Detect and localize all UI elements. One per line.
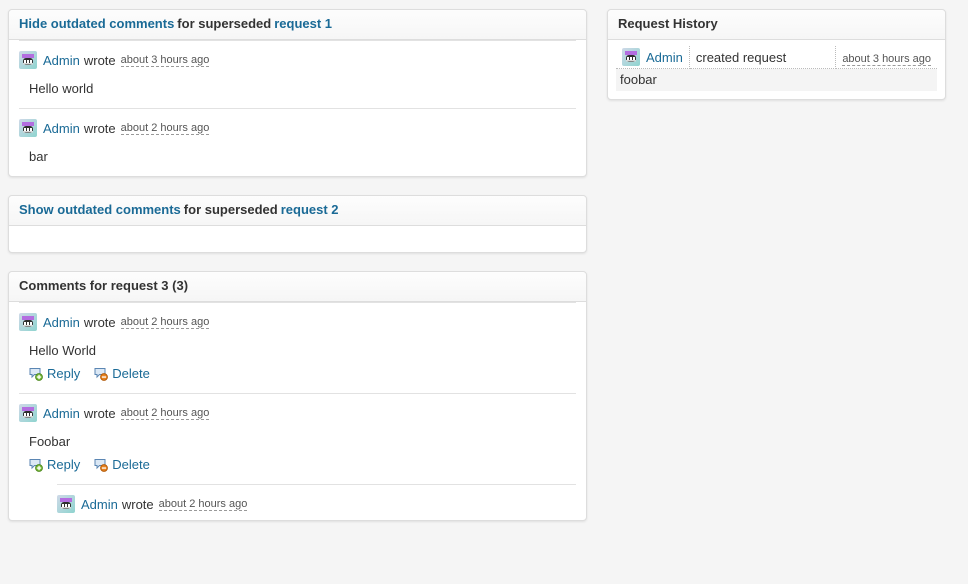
comment-header: Admin wrote about 2 hours ago: [57, 494, 576, 514]
superseded-request-link-2[interactable]: request 2: [281, 202, 339, 217]
comment-wrote-label: wrote: [121, 496, 154, 512]
user-avatar-icon: [19, 313, 37, 331]
user-avatar-icon: [19, 404, 37, 422]
comment-wrote-label: wrote: [83, 405, 116, 421]
history-timestamp: about 3 hours ago: [842, 52, 931, 66]
comment-timestamp: about 2 hours ago: [120, 121, 210, 135]
panel-header: Hide outdated comments for superseded requ…: [9, 10, 586, 40]
delete-label: Delete: [112, 366, 150, 381]
comment-header: Admin wrote about 2 hours ago: [19, 403, 576, 423]
delete-button[interactable]: Delete: [94, 457, 150, 472]
comment-add-icon: [29, 367, 43, 381]
comment-author[interactable]: Admin: [43, 121, 80, 136]
comment-add-icon: [29, 458, 43, 472]
comment-timestamp: about 2 hours ago: [120, 315, 210, 329]
comment-item: Admin wrote about 3 hours ago Hello worl…: [19, 40, 576, 108]
left-column: Hide outdated comments for superseded requ…: [8, 9, 587, 521]
comment-remove-icon: [94, 367, 109, 381]
request-history-title: Request History: [618, 16, 718, 31]
comment-timestamp: about 3 hours ago: [120, 53, 210, 67]
panel-header: Show outdated comments for superseded requ…: [9, 196, 586, 226]
comment-actions: Reply Delete: [19, 455, 576, 478]
page-root: Hide outdated comments for superseded requ…: [0, 0, 968, 584]
history-time-cell: about 3 hours ago: [835, 46, 937, 69]
comments-panel-title: Comments for request 3 (3): [19, 278, 189, 293]
history-user-cell: Admin: [616, 46, 690, 69]
comment-body: Foobar: [29, 434, 71, 449]
comment-timestamp: about 2 hours ago: [158, 497, 248, 511]
reply-button[interactable]: Reply: [29, 366, 80, 381]
history-table: Admin created request about 3 hours ago …: [616, 46, 937, 91]
comment-body: Hello World: [29, 343, 96, 358]
comment-item: Admin wrote about 2 hours ago bar: [19, 108, 576, 176]
panel-body: Admin wrote about 3 hours ago Hello worl…: [9, 40, 586, 176]
show-outdated-comments-toggle[interactable]: Show outdated comments: [19, 202, 181, 217]
delete-button[interactable]: Delete: [94, 366, 150, 381]
panel-body: Admin wrote about 2 hours ago Hello Worl…: [9, 302, 586, 520]
comment-author[interactable]: Admin: [43, 53, 80, 68]
panel-header-middle-text: for superseded: [177, 16, 272, 31]
comment-header: Admin wrote about 2 hours ago: [19, 312, 576, 332]
user-avatar-icon: [19, 119, 37, 137]
hide-outdated-comments-toggle[interactable]: Hide outdated comments: [19, 16, 174, 31]
reply-label: Reply: [47, 457, 81, 472]
user-avatar-icon: [19, 51, 37, 69]
comment-header: Admin wrote about 2 hours ago: [19, 118, 576, 138]
comment-author[interactable]: Admin: [43, 406, 80, 421]
history-detail-cell: foobar: [616, 68, 937, 91]
comment-item: Admin wrote about 2 hours ago Foobar Rep…: [19, 393, 576, 520]
right-column: Request History Admin created request ab…: [607, 9, 946, 100]
comment-body: bar: [29, 149, 48, 164]
comment-actions: Reply Delete: [19, 364, 576, 387]
comment-header: Admin wrote about 3 hours ago: [19, 50, 576, 70]
nested-comment-item: Admin wrote about 2 hours ago: [57, 484, 576, 514]
panel-header: Request History: [608, 10, 945, 40]
comment-author[interactable]: Admin: [43, 315, 80, 330]
history-action-cell: created request: [689, 46, 837, 69]
table-row: Admin created request about 3 hours ago: [616, 46, 937, 69]
comment-remove-icon: [94, 458, 109, 472]
comment-wrote-label: wrote: [83, 52, 116, 68]
delete-label: Delete: [112, 457, 150, 472]
comment-wrote-label: wrote: [83, 120, 116, 136]
user-avatar-icon: [622, 48, 640, 66]
request-history-panel: Request History Admin created request ab…: [607, 9, 946, 100]
panel-header: Comments for request 3 (3): [9, 272, 586, 302]
outdated-comments-panel-2: Show outdated comments for superseded requ…: [8, 195, 587, 253]
comment-timestamp: about 2 hours ago: [120, 406, 210, 420]
comment-author[interactable]: Admin: [81, 497, 118, 512]
panel-body-empty: [9, 226, 586, 252]
user-avatar-icon: [57, 495, 75, 513]
reply-label: Reply: [47, 366, 81, 381]
reply-button[interactable]: Reply: [29, 457, 80, 472]
outdated-comments-panel-1: Hide outdated comments for superseded requ…: [8, 9, 587, 177]
history-user-link[interactable]: Admin: [646, 50, 683, 65]
panel-header-middle-text: for superseded: [183, 202, 278, 217]
comment-body: Hello world: [29, 81, 94, 96]
comment-item: Admin wrote about 2 hours ago Hello Worl…: [19, 302, 576, 393]
table-row-detail: foobar: [616, 68, 937, 91]
panel-body: Admin created request about 3 hours ago …: [608, 40, 945, 99]
comment-wrote-label: wrote: [83, 314, 116, 330]
comments-panel-3: Comments for request 3 (3) Admin wrote a…: [8, 271, 587, 521]
superseded-request-link-1[interactable]: request 1: [274, 16, 332, 31]
